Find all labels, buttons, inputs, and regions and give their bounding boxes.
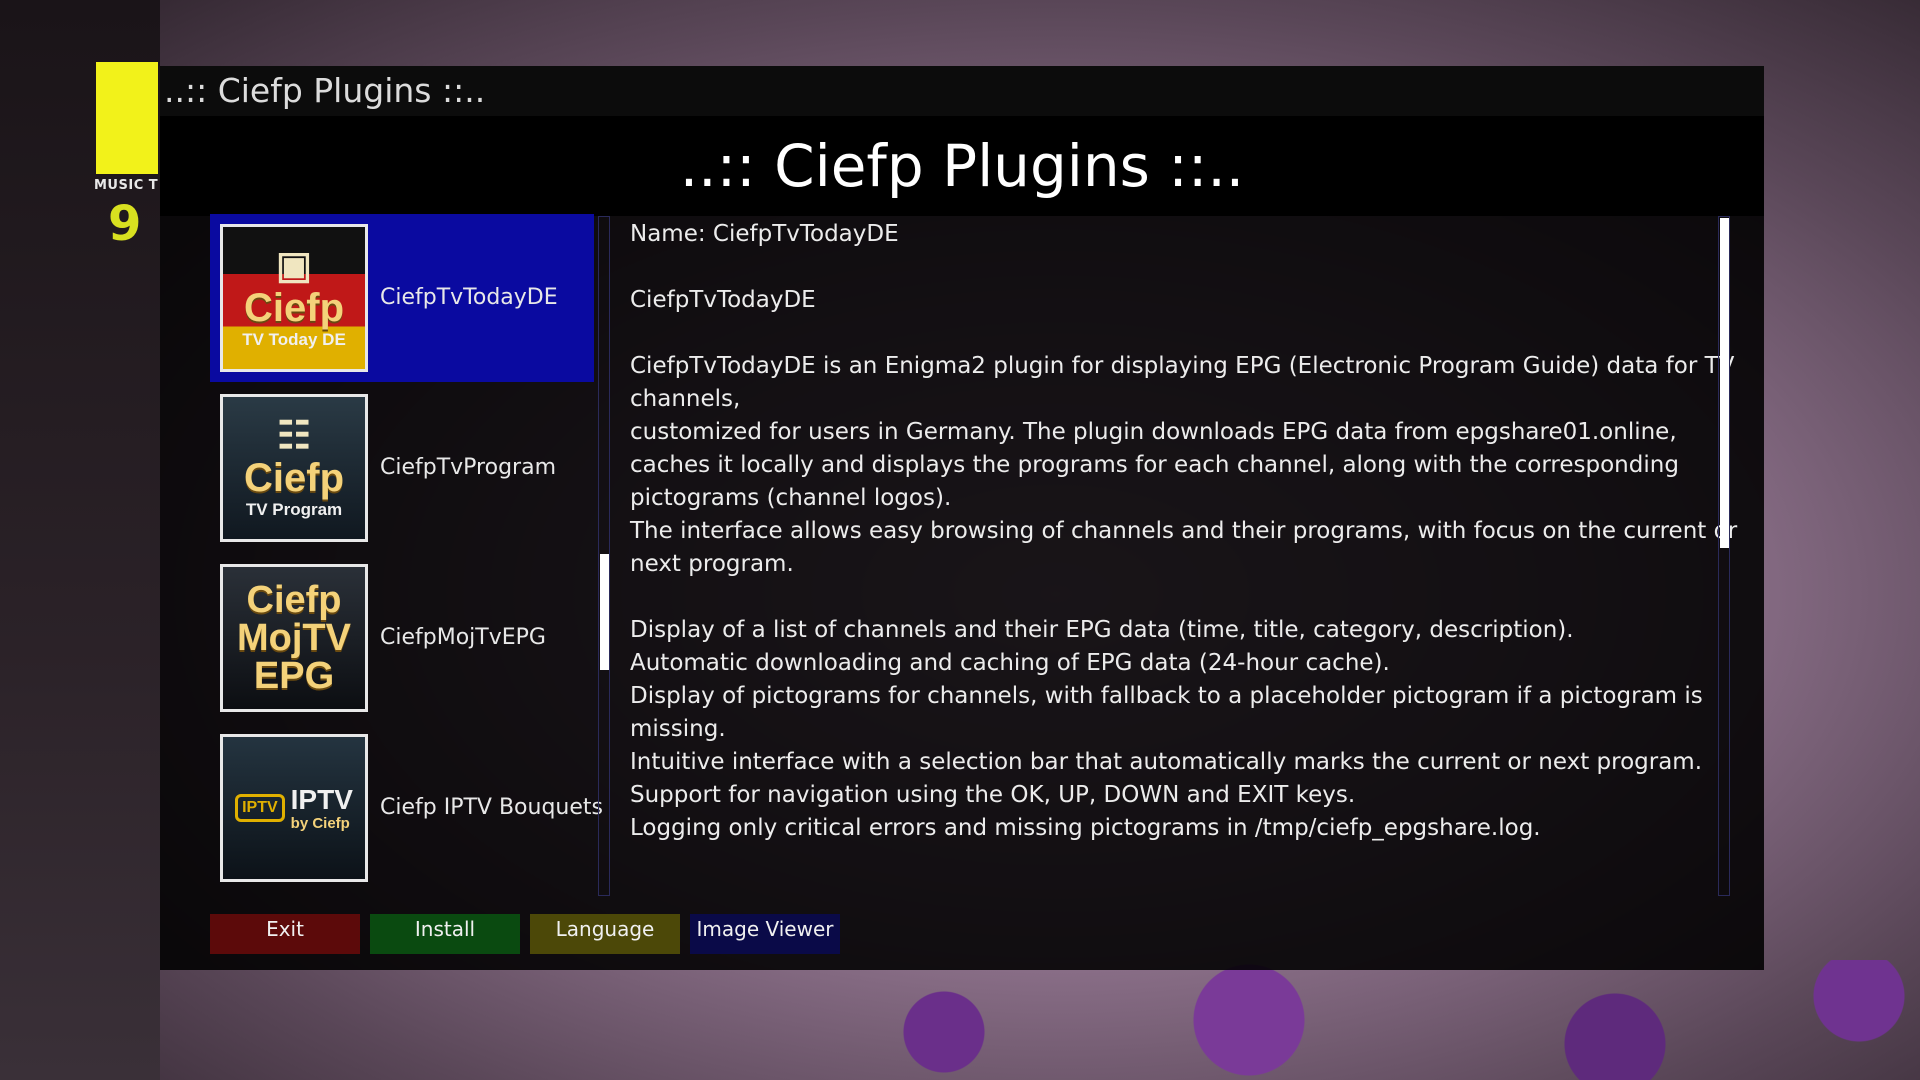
description-line: Display of pictograms for channels, with…	[630, 683, 1703, 709]
plugin-name: CiefpMojTvEPG	[380, 625, 546, 650]
description-line: customized for users in Germany. The plu…	[630, 419, 1677, 445]
plugin-list[interactable]: ▣ Ciefp TV Today DE CiefpTvTodayDE ☷ Cie…	[210, 214, 603, 894]
thumbnail-brand: Ciefp	[244, 286, 344, 330]
description-line: Support for navigation using the OK, UP,…	[630, 782, 1356, 808]
description-line: pictograms (channel logos).	[630, 485, 952, 511]
tv-today-icon: ▣	[276, 245, 312, 287]
description-line: Intuitive interface with a selection bar…	[630, 749, 1703, 775]
plugin-list-item-ciefp-iptv-bouquets[interactable]: IPTV IPTV by Ciefp Ciefp IPTV Bouquets	[210, 724, 603, 892]
thumbnail-row: IPTV IPTV by Ciefp	[235, 783, 353, 832]
thumbnail-brand: Ciefp	[246, 579, 342, 621]
description-line: CiefpTvTodayDE	[630, 287, 816, 313]
plugin-name: Ciefp IPTV Bouquets	[380, 795, 603, 820]
thumbnail-subtitle: TV Program	[245, 500, 343, 519]
plugin-list-item-ciefptvtodayde[interactable]: ▣ Ciefp TV Today DE CiefpTvTodayDE	[210, 214, 594, 382]
image-viewer-button[interactable]: Image Viewer	[690, 914, 840, 954]
description-line: Name: CiefpTvTodayDE	[630, 221, 899, 247]
exit-button[interactable]: Exit	[210, 914, 360, 954]
thumbnail-text: IPTV by Ciefp	[290, 783, 353, 832]
description-line: missing.	[630, 716, 726, 742]
channel-logo	[96, 62, 158, 174]
thumbnail-brand: IPTV	[290, 783, 353, 815]
tv-icon: IPTV	[235, 794, 285, 822]
plugin-thumbnail: IPTV IPTV by Ciefp	[220, 734, 368, 882]
description-line: CiefpTvTodayDE is an Enigma2 plugin for …	[630, 353, 1735, 379]
plugin-list-scroll-thumb[interactable]	[600, 554, 609, 670]
header: ..:: Ciefp Plugins ::..	[160, 116, 1764, 216]
description-line	[630, 251, 1860, 284]
description-scroll-thumb[interactable]	[1720, 218, 1729, 548]
plugin-description: Name: CiefpTvTodayDE CiefpTvTodayDE Cief…	[630, 214, 1860, 894]
plugin-name: CiefpTvTodayDE	[380, 285, 558, 310]
description-line: Logging only critical errors and missing…	[630, 815, 1541, 841]
language-button[interactable]: Language	[530, 914, 680, 954]
plugin-thumbnail: ☷ Ciefp TV Program	[220, 394, 368, 542]
plugin-browser-window: ..:: Ciefp Plugins ::.. ..:: Ciefp Plugi…	[160, 66, 1764, 970]
background-video-flowers	[700, 960, 1920, 1080]
plugin-thumbnail: ▣ Ciefp TV Today DE	[220, 224, 368, 372]
plugin-name: CiefpTvProgram	[380, 455, 556, 480]
description-line: caches it locally and displays the progr…	[630, 452, 1679, 478]
install-button[interactable]: Install	[370, 914, 520, 954]
plugin-list-item-ciefpmojtvepg[interactable]: Ciefp MojTV EPG CiefpMojTvEPG	[210, 554, 594, 722]
description-line	[630, 317, 1860, 350]
description-line: Display of a list of channels and their …	[630, 617, 1574, 643]
plugin-list-item-ciefptvprogram[interactable]: ☷ Ciefp TV Program CiefpTvProgram	[210, 384, 594, 552]
description-line: channels,	[630, 386, 741, 412]
page-title: ..:: Ciefp Plugins ::..	[679, 132, 1245, 200]
description-line: next program.	[630, 551, 794, 577]
thumbnail-brand: MojTV	[237, 617, 351, 659]
description-line: The interface allows easy browsing of ch…	[630, 518, 1738, 544]
thumbnail-subtitle: by Ciefp	[290, 814, 350, 832]
thumbnail-brand: EPG	[253, 655, 335, 697]
channel-number: 9	[108, 196, 142, 252]
description-line	[630, 581, 1860, 614]
channel-logo-text: MUSIC T	[94, 178, 159, 193]
description-line: Automatic downloading and caching of EPG…	[630, 650, 1390, 676]
tv-program-icon: ☷	[276, 415, 312, 457]
thumbnail-brand: Ciefp	[244, 456, 344, 500]
window-title: ..:: Ciefp Plugins ::..	[160, 66, 1764, 116]
plugin-thumbnail: Ciefp MojTV EPG	[220, 564, 368, 712]
thumbnail-subtitle: TV Today DE	[242, 330, 346, 349]
